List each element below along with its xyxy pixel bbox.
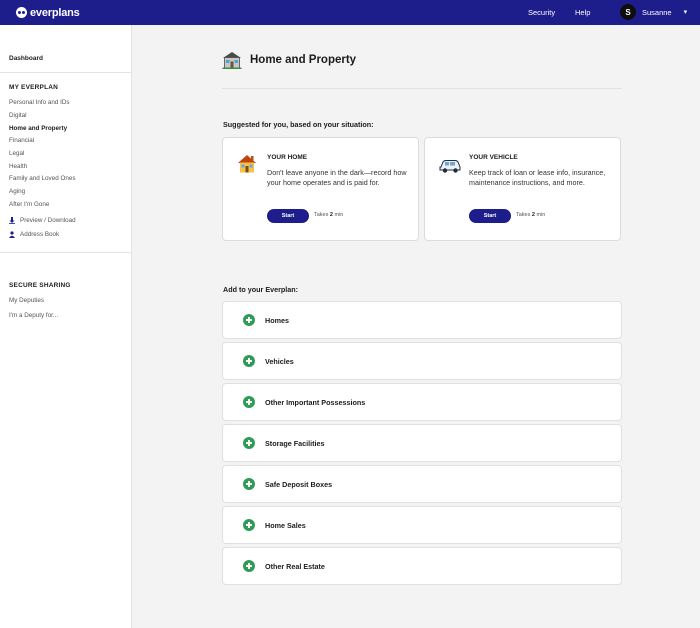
add-item-label: Vehicles: [265, 357, 294, 366]
card-title: YOUR VEHICLE: [469, 154, 518, 161]
avatar: S: [620, 4, 636, 20]
plus-circle-icon: [243, 355, 255, 367]
sidebar-item-my-deputies[interactable]: My Deputies: [9, 297, 44, 304]
add-item-label: Safe Deposit Boxes: [265, 480, 333, 489]
plus-circle-icon: [243, 560, 255, 572]
sidebar-divider: [0, 252, 132, 253]
address-book-icon: [9, 231, 15, 238]
top-bar: everplans Security Help S Susanne ▾: [0, 0, 700, 25]
sidebar-item-home-and-property[interactable]: Home and Property: [9, 125, 67, 132]
sidebar-item-label: Address Book: [20, 231, 60, 238]
add-item-other-real-estate[interactable]: Other Real Estate: [222, 547, 622, 585]
time-estimate: Takes 2 min: [314, 212, 344, 218]
sidebar-item-after-im-gone[interactable]: After I'm Gone: [9, 201, 49, 208]
sidebar-item-dashboard[interactable]: Dashboard: [9, 55, 43, 62]
add-item-home-sales[interactable]: Home Sales: [222, 506, 622, 544]
start-button-home[interactable]: Start: [267, 209, 309, 223]
sidebar-heading-my-everplan: MY EVERPLAN: [9, 84, 59, 91]
add-item-label: Storage Facilities: [265, 439, 325, 448]
car-icon: [439, 160, 461, 173]
start-button-vehicle[interactable]: Start: [469, 209, 511, 223]
everplans-logo[interactable]: everplans: [16, 6, 80, 19]
sidebar-item-digital[interactable]: Digital: [9, 112, 27, 119]
add-item-vehicles[interactable]: Vehicles: [222, 342, 622, 380]
nav-security[interactable]: Security: [528, 8, 555, 17]
add-item-label: Other Real Estate: [265, 562, 325, 571]
sidebar-item-financial[interactable]: Financial: [9, 137, 34, 144]
plus-circle-icon: [243, 396, 255, 408]
add-item-label: Homes: [265, 316, 289, 325]
suggestion-card-home: YOUR HOME Don't leave anyone in the dark…: [222, 137, 419, 241]
sidebar-item-address-book[interactable]: Address Book: [9, 231, 59, 238]
card-description: Don't leave anyone in the dark—record ho…: [267, 168, 407, 187]
title-divider: [222, 88, 622, 89]
page-title: Home and Property: [250, 54, 357, 66]
sidebar-item-aging[interactable]: Aging: [9, 188, 25, 195]
suggestion-card-vehicle: YOUR VEHICLE Keep track of loan or lease…: [424, 137, 621, 241]
sidebar-item-label: Preview / Download: [20, 217, 76, 224]
nav-help[interactable]: Help: [575, 8, 590, 17]
add-item-other-possessions[interactable]: Other Important Possessions: [222, 383, 622, 421]
user-name: Susanne: [642, 7, 672, 17]
logo-text: everplans: [30, 6, 80, 19]
logo-mark-icon: [16, 7, 27, 18]
add-item-label: Other Important Possessions: [265, 398, 366, 407]
add-item-homes[interactable]: Homes: [222, 301, 622, 339]
download-icon: [9, 217, 15, 224]
sidebar-divider: [0, 72, 132, 73]
sidebar-item-preview-download[interactable]: Preview / Download: [9, 217, 76, 224]
house-emoji-icon: [238, 155, 256, 173]
card-title: YOUR HOME: [267, 154, 308, 161]
user-menu[interactable]: S Susanne ▾: [620, 4, 687, 20]
suggested-label: Suggested for you, based on your situati…: [223, 120, 374, 129]
plus-circle-icon: [243, 478, 255, 490]
add-item-storage-facilities[interactable]: Storage Facilities: [222, 424, 622, 462]
plus-circle-icon: [243, 314, 255, 326]
sidebar-item-deputy-for[interactable]: I'm a Deputy for...: [9, 312, 58, 319]
card-description: Keep track of loan or lease info, insura…: [469, 168, 606, 187]
sidebar-heading-secure-sharing: SECURE SHARING: [9, 282, 71, 289]
sidebar-item-personal-info[interactable]: Personal Info and IDs: [9, 99, 70, 106]
add-item-safe-deposit-boxes[interactable]: Safe Deposit Boxes: [222, 465, 622, 503]
sidebar-item-health[interactable]: Health: [9, 163, 27, 170]
chevron-down-icon: ▾: [683, 9, 688, 16]
house-icon: [222, 52, 242, 69]
sidebar-item-legal[interactable]: Legal: [9, 150, 24, 157]
add-to-everplan-label: Add to your Everplan:: [223, 285, 299, 294]
add-item-label: Home Sales: [265, 521, 306, 530]
plus-circle-icon: [243, 437, 255, 449]
sidebar-item-family[interactable]: Family and Loved Ones: [9, 175, 76, 182]
plus-circle-icon: [243, 519, 255, 531]
sidebar: Dashboard MY EVERPLAN Personal Info and …: [0, 25, 132, 628]
time-estimate: Takes 2 min: [516, 212, 546, 218]
